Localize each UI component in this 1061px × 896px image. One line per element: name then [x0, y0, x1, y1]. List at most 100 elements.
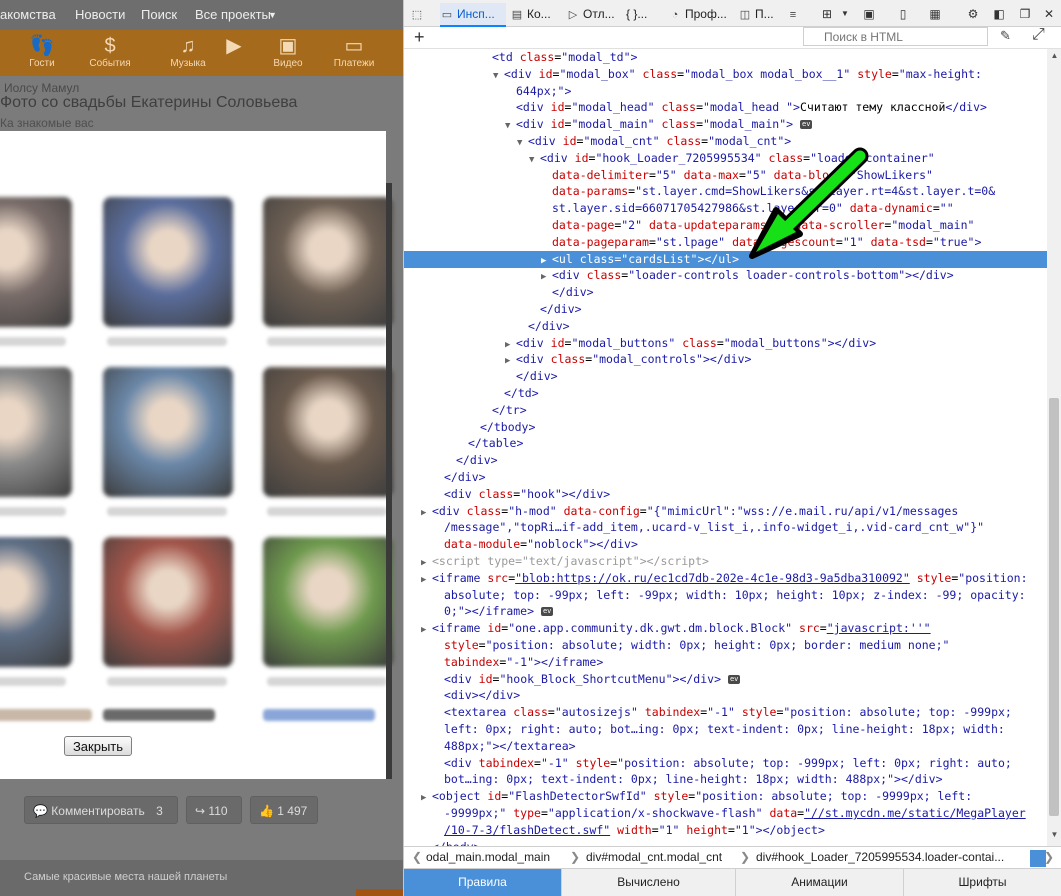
gear-icon[interactable]: ⚙ — [964, 5, 982, 23]
markup-node[interactable]: tabindex="-1"></iframe> — [404, 654, 1047, 671]
chevron-down-icon[interactable]: ▼ — [268, 10, 277, 20]
liker-avatar[interactable] — [103, 197, 233, 327]
markup-node[interactable]: </div> — [404, 368, 1047, 385]
markup-node[interactable]: ▼ <div id="modal_cnt" class="modal_cnt"> — [404, 133, 1047, 150]
scrollbar-thumb[interactable] — [1049, 398, 1059, 816]
markup-node[interactable]: -9999px;" type="application/x-shockwave-… — [404, 805, 1047, 822]
expand-triangle-icon[interactable]: ▶ — [541, 269, 552, 284]
markup-node[interactable]: ▶ <iframe src="blob:https://ok.ru/ec1cd7d… — [404, 570, 1047, 587]
scroll-up-icon[interactable]: ▲ — [1047, 51, 1061, 60]
share-button[interactable]: ↪ 110 — [186, 796, 242, 824]
markup-node-selected[interactable]: ▶ <ul class="cardsList"></ul> — [404, 250, 1047, 268]
expand-triangle-icon[interactable]: ▶ — [505, 337, 516, 352]
play-button[interactable]: ▶ — [212, 34, 256, 58]
liker-avatar[interactable] — [263, 197, 393, 327]
liker-avatar[interactable] — [103, 537, 233, 667]
markup-node[interactable]: 488px;"></textarea> — [404, 738, 1047, 755]
split-console-icon[interactable]: ▣ — [860, 5, 878, 23]
markup-node[interactable]: </div> — [404, 452, 1047, 469]
html-search-input[interactable] — [803, 27, 988, 46]
dock-icon[interactable]: ◧ — [990, 5, 1008, 23]
undock-icon[interactable]: ❐ — [1016, 5, 1034, 23]
markup-node[interactable]: </div> — [404, 301, 1047, 318]
responsive-design-icon[interactable]: ▯ — [894, 5, 912, 23]
collapse-triangle-icon[interactable]: ▼ — [505, 118, 516, 133]
markup-node[interactable]: ▶ <script type="text/javascript"></script… — [404, 553, 1047, 570]
breadcrumb-item[interactable]: div#modal_cnt.modal_cnt — [586, 850, 722, 864]
markup-node[interactable]: <textarea class="autosizejs" tabindex="-… — [404, 704, 1047, 721]
markup-node[interactable]: <div id="modal_head" class="modal_head "… — [404, 99, 1047, 116]
tab-fonts[interactable]: Шрифты — [904, 869, 1061, 896]
tab-rules[interactable]: Правила — [404, 869, 562, 896]
markup-node[interactable]: data-delimiter="5" data-max="5" data-blo… — [404, 167, 1047, 184]
markup-node[interactable]: ▶ <div class="h-mod" data-config="{"mimic… — [404, 503, 1047, 520]
markup-node[interactable]: </table> — [404, 435, 1047, 452]
expand-triangle-icon[interactable]: ▶ — [421, 622, 432, 637]
layout-grid-icon[interactable]: ⊞ — [818, 5, 836, 23]
markup-node[interactable]: ▶ <object id="FlashDetectorSwfId" style="… — [404, 788, 1047, 805]
liker-name[interactable] — [0, 677, 66, 686]
markup-node[interactable]: ▶ <iframe id="one.app.community.dk.gwt.dm… — [404, 620, 1047, 637]
tab-console[interactable]: ▤ Ко... — [510, 3, 562, 25]
nav-link-acquaintance[interactable]: акомства — [0, 7, 56, 22]
payments-button[interactable]: ▭ Платежи — [332, 34, 376, 70]
markup-node[interactable]: </tbody> — [404, 419, 1047, 436]
markup-node[interactable]: bot…ing: 0px; text-indent: 0px; line-hei… — [404, 771, 1047, 788]
liker-avatar[interactable] — [263, 537, 393, 667]
liker-name[interactable] — [267, 677, 387, 686]
tab-style-editor[interactable]: { }... — [626, 3, 664, 25]
breadcrumb-item[interactable]: odal_main.modal_main — [426, 850, 550, 864]
markup-node[interactable]: ▶ <div class="loader-controls loader-cont… — [404, 267, 1047, 284]
markup-node[interactable]: 644px;"> — [404, 83, 1047, 100]
liker-name[interactable] — [267, 337, 387, 346]
markup-scrollbar[interactable]: ▲ ▼ — [1047, 49, 1061, 846]
liker-avatar[interactable] — [0, 197, 72, 327]
tab-pick-element[interactable]: ⬚ — [410, 3, 434, 25]
tab-computed[interactable]: Вычислено — [562, 869, 736, 896]
markup-node[interactable]: 0;"></iframe> ev — [404, 603, 1047, 620]
markup-node[interactable]: ▶ <div class="modal_controls"></div> — [404, 351, 1047, 368]
close-icon[interactable]: ✕ — [1040, 5, 1058, 23]
markup-node[interactable]: <div tabindex="-1" style="position: abso… — [404, 755, 1047, 772]
nav-link-search[interactable]: Поиск — [141, 7, 177, 22]
markup-node[interactable]: absolute; top: -99px; left: -99px; width… — [404, 587, 1047, 604]
markup-node[interactable]: <div></div> — [404, 687, 1047, 704]
events-button[interactable]: $ События — [88, 34, 132, 70]
tab-network[interactable]: ≡ — [786, 3, 810, 25]
breadcrumb-item[interactable]: div#hook_Loader_7205995534.loader-contai… — [756, 850, 1004, 864]
markup-node[interactable]: left: 0px; right: auto; bot…ing: 0px; te… — [404, 721, 1047, 738]
chevron-down-icon[interactable]: ▼ — [836, 5, 854, 23]
liker-avatar-partial[interactable] — [0, 709, 92, 721]
markup-node[interactable]: ▼ <div id="modal_box" class="modal_box mo… — [404, 66, 1047, 83]
screenshot-icon[interactable]: ▦ — [926, 5, 944, 23]
markup-node[interactable]: data-module="noblock"></div> — [404, 536, 1047, 553]
liker-avatar[interactable] — [103, 367, 233, 497]
guests-button[interactable]: 👣 Гости — [20, 34, 64, 70]
expand-triangle-icon[interactable]: ▶ — [541, 253, 552, 268]
chevron-left-icon[interactable]: ❮ — [412, 850, 422, 864]
markup-node[interactable]: /message","topRi…if-add_item,.ucard-v_li… — [404, 519, 1047, 536]
markup-node[interactable]: </tr> — [404, 402, 1047, 419]
like-button[interactable]: 👍 1 497 — [250, 796, 318, 824]
markup-node[interactable]: st.layer.sid=66071705427986&st.layer.tr=… — [404, 200, 1047, 217]
add-node-icon[interactable]: + — [414, 27, 425, 47]
scroll-down-icon[interactable]: ▼ — [1047, 830, 1061, 839]
comment-button[interactable]: 💬 Комментировать 3 — [24, 796, 178, 824]
liker-avatar[interactable] — [0, 367, 72, 497]
liker-name[interactable] — [0, 337, 66, 346]
tab-debugger[interactable]: ▷ Отл... — [566, 3, 622, 25]
bottom-orange-button[interactable] — [356, 889, 403, 896]
markup-node[interactable]: </div> — [404, 284, 1047, 301]
nav-link-news[interactable]: Новости — [75, 7, 125, 22]
markup-node[interactable]: <div class="hook"></div> — [404, 486, 1047, 503]
tab-performance[interactable]: ◔ Проф... — [668, 3, 734, 25]
markup-node[interactable]: data-params="st.layer.cmd=ShowLikers&st.… — [404, 183, 1047, 200]
markup-node[interactable]: data-page="2" data-updateparams="" data-… — [404, 217, 1047, 234]
markup-node[interactable]: <div id="hook_Block_ShortcutMenu"></div>… — [404, 671, 1047, 688]
markup-tree[interactable]: <td class="modal_td"> ▼ <div id="modal_box… — [404, 49, 1047, 846]
liker-name[interactable] — [107, 337, 227, 346]
markup-node[interactable]: </td> — [404, 385, 1047, 402]
markup-node[interactable]: /10-7-3/flashDetect.swf" width="1" heigh… — [404, 822, 1047, 839]
music-button[interactable]: ♫ Музыка — [166, 34, 210, 70]
markup-node[interactable]: </div> — [404, 318, 1047, 335]
